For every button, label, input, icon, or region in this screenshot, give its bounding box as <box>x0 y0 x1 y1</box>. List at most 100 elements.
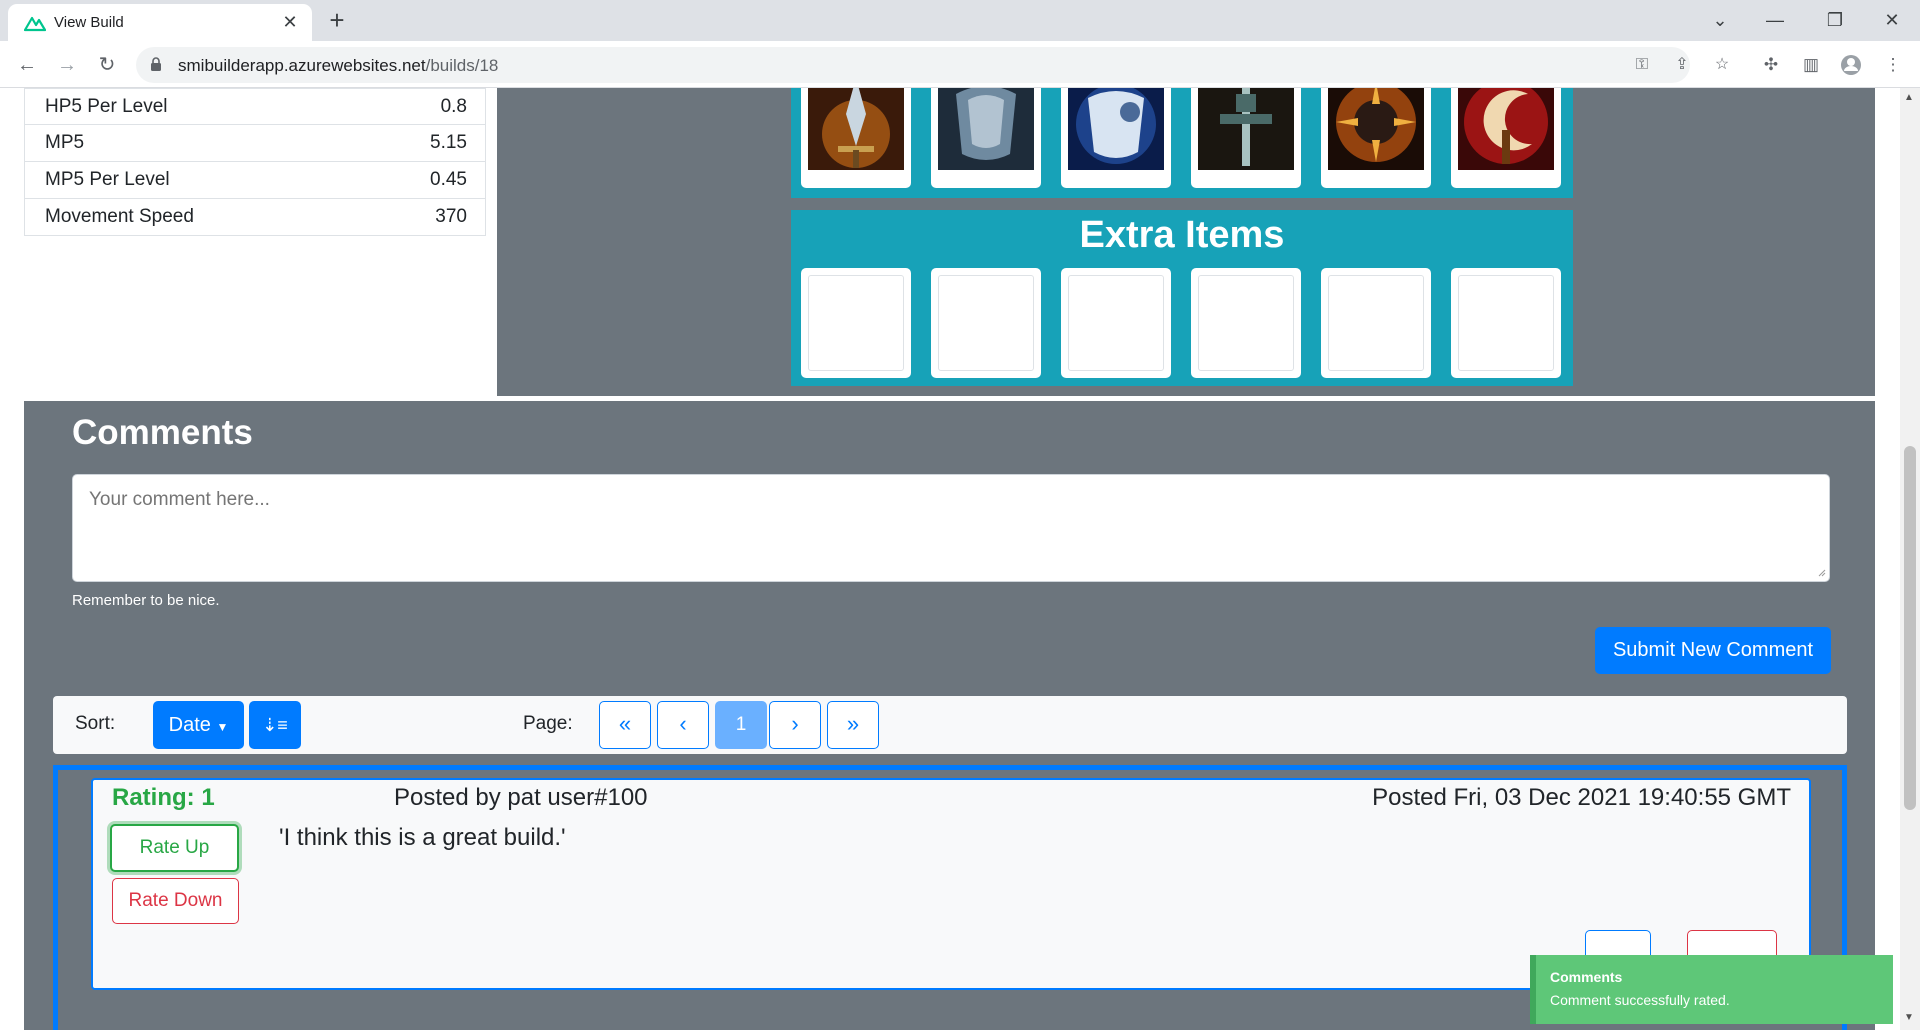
extra-item-slot[interactable] <box>1061 268 1171 378</box>
restore-icon[interactable]: ❐ <box>1805 0 1865 40</box>
rate-down-button[interactable]: Rate Down <box>112 878 239 924</box>
side-panel-icon[interactable]: ▥ <box>1798 52 1824 78</box>
double-chevron-left-icon: « <box>618 711 632 736</box>
spear-item-icon <box>808 88 904 170</box>
extra-item-slot[interactable] <box>801 268 911 378</box>
empty-slot-frame <box>938 275 1034 371</box>
key-icon[interactable]: ⚿ <box>1630 53 1654 77</box>
empty-slot-frame <box>808 275 904 371</box>
stats-table: HP5 Per Level 0.8 MP5 5.15 MP5 Per Level… <box>24 88 486 236</box>
minimize-icon[interactable]: — <box>1745 0 1805 40</box>
caret-down-icon: ▼ <box>216 720 229 734</box>
scroll-thumb[interactable] <box>1904 446 1916 810</box>
comment-date: Posted Fri, 03 Dec 2021 19:40:55 GMT <box>1372 784 1791 811</box>
prev-page-button[interactable]: ‹ <box>657 701 709 749</box>
item-slot[interactable] <box>1061 88 1171 188</box>
spiked-ball-item-icon <box>1328 88 1424 170</box>
sort-label: Sort: <box>75 713 116 734</box>
browser-toolbar: ← → ↻ smibuilderapp.azurewebsites.net/bu… <box>0 41 1920 88</box>
sort-descending-icon: ⇣≡ <box>262 715 288 735</box>
menu-dots-icon[interactable]: ⋮ <box>1880 52 1906 78</box>
toast-notification[interactable]: Comments Comment successfully rated. <box>1530 955 1893 1024</box>
stat-value: 0.8 <box>440 96 467 117</box>
comments-section: Comments Remember to be nice. Submit New… <box>24 401 1875 1030</box>
extensions-icon[interactable]: ✣ <box>1758 52 1784 78</box>
comment-input[interactable] <box>72 474 1830 582</box>
new-tab-icon[interactable]: + <box>322 6 352 36</box>
chevron-left-icon: ‹ <box>679 711 687 736</box>
nuxt-logo-icon <box>24 16 46 32</box>
comment-controls: Sort: Date ▼ ⇣≡ Page: « ‹ 1 › » <box>53 696 1847 754</box>
back-icon[interactable]: ← <box>11 49 43 81</box>
hook-blade-item-icon <box>1458 88 1554 170</box>
sort-direction-button[interactable]: ⇣≡ <box>249 701 301 749</box>
reload-icon[interactable]: ↻ <box>91 49 123 81</box>
comment-hint: Remember to be nice. <box>72 592 220 609</box>
forward-icon[interactable]: → <box>51 49 83 81</box>
extra-item-slot[interactable] <box>1191 268 1301 378</box>
extra-item-slot[interactable] <box>1451 268 1561 378</box>
stat-row: HP5 Per Level 0.8 <box>24 88 486 125</box>
comment-rating: Rating: 1 <box>112 784 215 811</box>
item-slot[interactable] <box>1451 88 1561 188</box>
profile-avatar-icon[interactable] <box>1838 52 1864 78</box>
url-host: smibuilderapp.azurewebsites.net <box>178 56 426 75</box>
submit-comment-button[interactable]: Submit New Comment <box>1595 627 1831 674</box>
first-page-button[interactable]: « <box>599 701 651 749</box>
stat-row: MP5 5.15 <box>24 125 486 162</box>
stat-row: Movement Speed 370 <box>24 199 486 236</box>
stat-name: MP5 Per Level <box>45 169 170 190</box>
page-label: Page: <box>523 713 573 734</box>
double-chevron-right-icon: » <box>846 711 860 736</box>
build-panel: Extra Items <box>497 88 1875 396</box>
close-tab-icon[interactable]: ✕ <box>278 10 302 34</box>
last-page-button[interactable]: » <box>827 701 879 749</box>
toast-message: Comment successfully rated. <box>1550 992 1730 1008</box>
share-icon[interactable]: ⇪ <box>1670 53 1694 77</box>
build-items-box <box>791 88 1573 198</box>
bookmark-star-icon[interactable]: ☆ <box>1710 53 1734 77</box>
scroll-up-icon[interactable]: ▲ <box>1904 92 1914 103</box>
comments-title: Comments <box>72 413 253 452</box>
stat-value: 5.15 <box>430 132 467 153</box>
stat-value: 0.45 <box>430 169 467 190</box>
page-number: 1 <box>735 714 747 735</box>
extra-item-slot[interactable] <box>931 268 1041 378</box>
stat-row: MP5 Per Level 0.45 <box>24 162 486 199</box>
scroll-down-icon[interactable]: ▼ <box>1904 1012 1914 1023</box>
sort-dropdown[interactable]: Date ▼ <box>153 701 244 749</box>
extra-item-slot[interactable] <box>1321 268 1431 378</box>
empty-slot-frame <box>1198 275 1294 371</box>
page-1-button[interactable]: 1 <box>715 701 767 749</box>
comment-text: 'I think this is a great build.' <box>279 824 566 851</box>
extra-items-title: Extra Items <box>1079 214 1285 256</box>
stat-name: HP5 Per Level <box>45 96 168 117</box>
empty-slot-frame <box>1068 275 1164 371</box>
sort-value: Date <box>168 714 211 736</box>
close-window-icon[interactable]: ✕ <box>1862 0 1920 40</box>
address-bar[interactable]: smibuilderapp.azurewebsites.net/builds/1… <box>136 47 1729 83</box>
item-slot[interactable] <box>1321 88 1431 188</box>
page-scrollbar[interactable]: ▲ ▼ <box>1900 88 1920 1030</box>
mace-item-icon <box>1198 88 1294 170</box>
url-path: /builds/18 <box>425 56 499 75</box>
item-slot[interactable] <box>1191 88 1301 188</box>
lock-icon <box>151 57 161 71</box>
item-slot[interactable] <box>801 88 911 188</box>
browser-tab-strip: View Build ✕ + ⌄ — ❐ ✕ <box>0 0 1920 41</box>
tab-title: View Build <box>54 14 124 31</box>
comment-author: Posted by pat user#100 <box>394 784 648 811</box>
url-text: smibuilderapp.azurewebsites.net/builds/1… <box>178 56 498 76</box>
tab-search-icon[interactable]: ⌄ <box>1690 0 1750 40</box>
stat-name: MP5 <box>45 132 85 153</box>
stat-value: 370 <box>435 206 467 227</box>
stat-name: Movement Speed <box>45 206 194 227</box>
resize-grip-icon[interactable] <box>1816 567 1826 577</box>
armor-item-icon <box>1068 88 1164 170</box>
page-content: HP5 Per Level 0.8 MP5 5.15 MP5 Per Level… <box>0 88 1900 1030</box>
item-slot[interactable] <box>931 88 1041 188</box>
rate-up-button[interactable]: Rate Up <box>110 824 239 872</box>
browser-tab[interactable]: View Build ✕ <box>8 4 312 41</box>
empty-slot-frame <box>1458 275 1554 371</box>
next-page-button[interactable]: › <box>769 701 821 749</box>
